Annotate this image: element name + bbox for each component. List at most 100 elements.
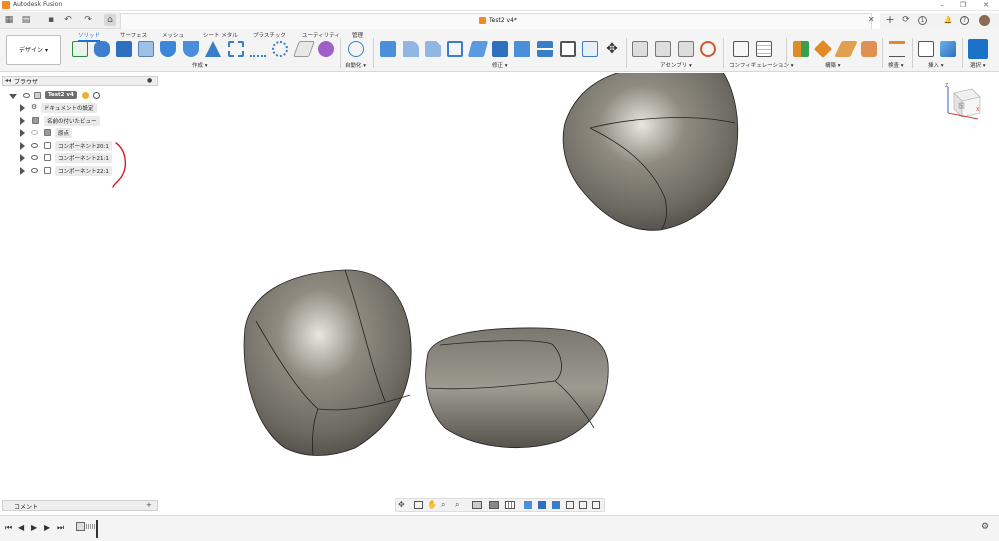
help-icon[interactable]: ? xyxy=(960,16,969,25)
split-body-icon[interactable] xyxy=(560,41,576,57)
notification-count[interactable]: 1 xyxy=(918,16,927,25)
close-tab-button[interactable]: ✕ xyxy=(868,15,875,24)
configuration-table-icon[interactable] xyxy=(756,41,772,57)
save-icon[interactable]: ▪ xyxy=(45,14,57,26)
pan-hand-icon[interactable]: ✋ xyxy=(427,500,437,509)
environment-icon[interactable] xyxy=(579,501,587,509)
scale-icon[interactable] xyxy=(492,41,508,57)
step-back-icon[interactable]: ◀ xyxy=(18,523,24,532)
3d-viewport[interactable] xyxy=(0,73,999,498)
job-status-icon[interactable]: ⟳ xyxy=(900,14,912,26)
user-avatar[interactable] xyxy=(979,15,990,26)
timeline-feature-stack[interactable] xyxy=(86,524,95,529)
view-cube-front-label[interactable]: 前 xyxy=(958,101,965,111)
display-settings-icon[interactable] xyxy=(472,501,482,509)
tab-mesh[interactable]: メッシュ xyxy=(162,31,184,39)
revolve-icon[interactable] xyxy=(160,41,176,57)
group-create[interactable]: 作成 ▾ xyxy=(192,61,208,69)
select-edge-icon[interactable] xyxy=(552,501,560,509)
extrude-icon[interactable] xyxy=(94,41,110,57)
separator xyxy=(340,38,341,68)
timeline-bar xyxy=(0,515,999,541)
hole-icon[interactable] xyxy=(138,41,154,57)
bell-icon[interactable]: 🔔 xyxy=(942,14,954,26)
create-sketch-icon[interactable] xyxy=(72,41,88,57)
offset-plane-icon[interactable] xyxy=(793,41,809,57)
rectangular-pattern-icon[interactable] xyxy=(228,41,244,57)
group-insert[interactable]: 挿入 ▾ xyxy=(928,61,944,69)
offset-face-icon[interactable] xyxy=(582,41,598,57)
effects-icon[interactable] xyxy=(592,501,600,509)
orbit-icon[interactable]: ✥ xyxy=(398,500,405,509)
file-menu-icon[interactable]: ▤ xyxy=(20,14,32,26)
tab-manage[interactable]: 管理 xyxy=(352,31,363,39)
group-configure[interactable]: コンフィギュレーション ▾ xyxy=(729,61,794,69)
timeline-feature-icon[interactable] xyxy=(76,522,85,531)
window-title: Autodesk Fusion xyxy=(13,1,63,8)
grid-settings-icon[interactable] xyxy=(505,501,515,509)
group-assemble[interactable]: アセンブリ ▾ xyxy=(660,61,692,69)
automate-icon[interactable] xyxy=(348,41,364,57)
solid-body-component-20[interactable] xyxy=(562,73,739,231)
group-select[interactable]: 選択 ▾ xyxy=(970,61,986,69)
timeline-marker[interactable] xyxy=(96,520,98,538)
step-forward-icon[interactable]: ▶ xyxy=(44,523,50,532)
as-built-joint-icon[interactable] xyxy=(678,41,694,57)
form-icon[interactable] xyxy=(318,41,334,57)
axis-x-label: X xyxy=(976,107,980,113)
circular-pattern-icon[interactable] xyxy=(272,41,288,57)
press-pull-icon[interactable] xyxy=(380,41,396,57)
sweep-icon[interactable] xyxy=(183,41,199,57)
midplane-icon[interactable] xyxy=(861,41,877,57)
select-body-icon[interactable] xyxy=(524,501,532,509)
add-comment-button[interactable]: + xyxy=(146,501,152,509)
look-at-icon[interactable] xyxy=(414,501,423,509)
measure-icon[interactable] xyxy=(889,41,905,57)
solid-body-component-21[interactable] xyxy=(243,269,412,456)
select-icon[interactable] xyxy=(968,39,988,59)
configure-icon[interactable] xyxy=(733,41,749,57)
zoom-window-icon[interactable]: ⌕ xyxy=(455,500,459,510)
tab-utilities[interactable]: ユーティリティ xyxy=(302,31,340,39)
minimize-button[interactable]: – xyxy=(932,0,952,11)
tab-surface[interactable]: サーフェス xyxy=(120,31,147,39)
insert-image-icon[interactable] xyxy=(940,41,956,57)
fillet-icon[interactable] xyxy=(403,41,419,57)
loft-icon[interactable] xyxy=(205,41,221,57)
home-icon[interactable]: ⌂ xyxy=(104,14,116,26)
data-panel-grid-icon[interactable]: ▦ xyxy=(3,14,15,26)
shell-icon[interactable] xyxy=(447,41,463,57)
motion-link-icon[interactable] xyxy=(700,41,716,57)
restore-button[interactable]: ❐ xyxy=(953,0,973,11)
group-inspect[interactable]: 検査 ▾ xyxy=(888,61,904,69)
new-tab-plus-icon[interactable]: + xyxy=(884,14,896,26)
split-face-icon[interactable] xyxy=(537,41,553,57)
play-icon[interactable]: ▶ xyxy=(31,523,37,532)
section-icon[interactable] xyxy=(566,501,574,509)
move-icon[interactable]: ✥ xyxy=(604,41,620,57)
go-to-start-icon[interactable]: ⏮ xyxy=(5,523,12,533)
group-automate[interactable]: 自動化 ▾ xyxy=(345,61,366,69)
insert-derive-icon[interactable] xyxy=(918,41,934,57)
redo-icon[interactable]: ↷ xyxy=(82,14,94,26)
solid-body-component-22[interactable] xyxy=(425,327,609,449)
timeline-settings-icon[interactable]: ⚙ xyxy=(981,522,989,532)
go-to-end-icon[interactable]: ⏭ xyxy=(57,523,64,533)
new-component-icon[interactable] xyxy=(632,41,648,57)
zoom-icon[interactable]: ⌕ xyxy=(441,500,445,510)
title-bar xyxy=(0,0,999,11)
tab-sheet-metal[interactable]: シート メタル xyxy=(203,31,238,39)
visual-style-icon[interactable] xyxy=(489,501,499,509)
combine-icon[interactable] xyxy=(514,41,530,57)
group-modify[interactable]: 修正 ▾ xyxy=(492,61,508,69)
select-face-icon[interactable] xyxy=(538,501,546,509)
group-construct[interactable]: 構築 ▾ xyxy=(825,61,841,69)
tab-plastic[interactable]: プラスチック xyxy=(253,31,286,39)
workspace-switcher[interactable]: デザイン ▾ xyxy=(6,35,61,65)
box-icon[interactable] xyxy=(116,41,132,57)
undo-icon[interactable]: ↶ xyxy=(62,14,74,26)
joint-icon[interactable] xyxy=(655,41,671,57)
separator xyxy=(373,38,374,68)
spline-icon[interactable] xyxy=(250,41,266,57)
close-window-button[interactable]: ✕ xyxy=(976,0,996,11)
